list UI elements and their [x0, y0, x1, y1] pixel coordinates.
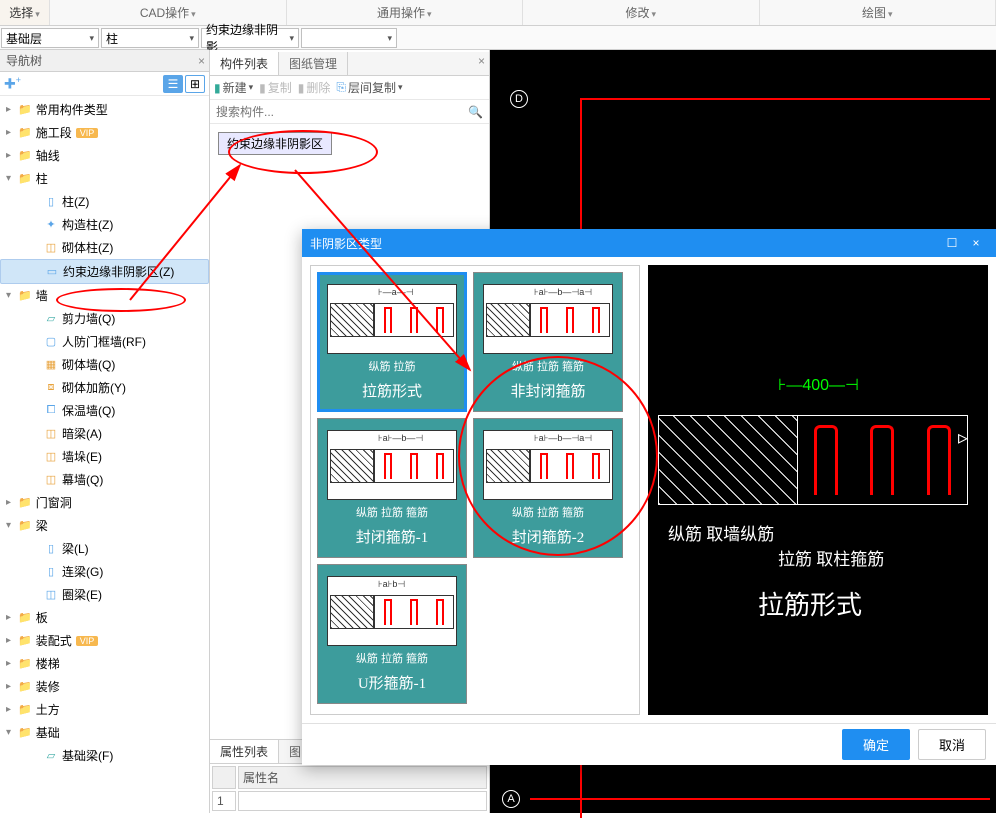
option-card[interactable]: ⊦a⊦—b—⊣纵筋 拉筋 箍筋封闭箍筋-1 — [317, 418, 467, 558]
option-grid: ⊦—a—⊣纵筋 拉筋拉筋形式⊦a⊦—b—⊣a⊣纵筋 拉筋 箍筋非封闭箍筋⊦a⊦—… — [310, 265, 640, 715]
close-icon[interactable]: × — [964, 236, 988, 250]
tree-item[interactable]: ▾📁柱 — [0, 167, 209, 190]
nav-tree: ▸📁常用构件类型▸📁施工段VIP▸📁轴线▾📁柱▯柱(Z)✦构造柱(Z)◫砌体柱(… — [0, 96, 209, 813]
tree-item[interactable]: ◫砌体柱(Z) — [0, 236, 209, 259]
tree-item[interactable]: ▯柱(Z) — [0, 190, 209, 213]
tree-item[interactable]: ▾📁梁 — [0, 514, 209, 537]
list-toolbar: ▮新建▾ ▮复制 ▮删除 ⎘层间复制▾ — [210, 76, 489, 100]
grid-label-a: A — [502, 790, 520, 808]
tree-item[interactable]: ⧈砌体加筋(Y) — [0, 376, 209, 399]
list-tabs: 构件列表 图纸管理 — [210, 52, 489, 76]
component-select[interactable]: 柱▾ — [101, 28, 199, 48]
copy-button[interactable]: ▮复制 — [259, 79, 292, 96]
type-modal: 非阴影区类型 ☐ × ⊦—a—⊣纵筋 拉筋拉筋形式⊦a⊦—b—⊣a⊣纵筋 拉筋 … — [302, 229, 996, 765]
menu-common[interactable]: 通用操作▾ — [287, 0, 524, 25]
tree-item[interactable]: ▸📁土方 — [0, 698, 209, 721]
tree-item[interactable]: ▸📁装修 — [0, 675, 209, 698]
tree-item[interactable]: ▱剪力墙(Q) — [0, 307, 209, 330]
tree-item[interactable]: ▦砌体墙(Q) — [0, 353, 209, 376]
close-icon[interactable]: × — [198, 50, 205, 72]
modal-title: 非阴影区类型 — [310, 235, 940, 252]
ok-button[interactable]: 确定 — [842, 729, 910, 760]
nav-header: 导航树 × — [0, 50, 209, 72]
tree-item[interactable]: ⧠保温墙(Q) — [0, 399, 209, 422]
tree-item[interactable]: ▸📁门窗洞 — [0, 491, 209, 514]
tab-component-list[interactable]: 构件列表 — [210, 52, 279, 75]
item-select[interactable]: ▾ — [301, 28, 397, 48]
rebar-region — [798, 415, 968, 505]
option-card[interactable]: ⊦a⊦—b—⊣a⊣纵筋 拉筋 箍筋非封闭箍筋 — [473, 272, 623, 412]
new-button[interactable]: ▮新建▾ — [214, 79, 253, 96]
floor-select[interactable]: 基础层▾ — [1, 28, 99, 48]
tree-item[interactable]: ▸📁施工段VIP — [0, 121, 209, 144]
search-box: 🔍 — [210, 100, 489, 124]
tab-drawing-mgmt[interactable]: 图纸管理 — [279, 52, 348, 75]
list-item[interactable]: 约束边缘非阴影区 — [218, 132, 332, 155]
tree-item[interactable]: ▱基础梁(F) — [0, 744, 209, 767]
dropdown-bar: 基础层▾ 柱▾ 约束边缘非阴影▾ ▾ — [0, 26, 996, 50]
grid-label-d: D — [510, 90, 528, 108]
tree-item[interactable]: ◫暗梁(A) — [0, 422, 209, 445]
tree-item[interactable]: ▭约束边缘非阴影区(Z) — [0, 259, 209, 284]
tree-item[interactable]: ◫圈梁(E) — [0, 583, 209, 606]
search-input[interactable] — [216, 105, 468, 119]
tree-item[interactable]: ▯连梁(G) — [0, 560, 209, 583]
modal-footer: 确定 取消 — [302, 723, 996, 765]
top-menu: 选择▾ CAD操作▾ 通用操作▾ 修改▾ 绘图▾ — [0, 0, 996, 26]
tree-item[interactable]: ✦构造柱(Z) — [0, 213, 209, 236]
preview-area: ⊦—400—⊣ ▹ 纵筋 取墙纵筋 拉筋 取柱箍筋 拉筋形式 — [648, 265, 988, 715]
tree-item[interactable]: ▢人防门框墙(RF) — [0, 330, 209, 353]
search-icon[interactable]: 🔍 — [468, 105, 483, 119]
modal-title-bar[interactable]: 非阴影区类型 ☐ × — [302, 229, 996, 257]
dimension-text: ⊦—400—⊣ — [778, 375, 859, 395]
menu-select[interactable]: 选择▾ — [0, 0, 50, 25]
grid-view-icon[interactable]: ⊞ — [185, 75, 205, 93]
tree-item[interactable]: ◫墙垛(E) — [0, 445, 209, 468]
nav-panel: 导航树 × ✚+ ☰ ⊞ ▸📁常用构件类型▸📁施工段VIP▸📁轴线▾📁柱▯柱(Z… — [0, 50, 210, 813]
tree-item[interactable]: ▸📁板 — [0, 606, 209, 629]
option-card[interactable]: ⊦a⊦—b—⊣a⊣纵筋 拉筋 箍筋封闭箍筋-2 — [473, 418, 623, 558]
menu-draw[interactable]: 绘图▾ — [760, 0, 996, 25]
delete-button[interactable]: ▮删除 — [298, 79, 331, 96]
tree-item[interactable]: ▸📁楼梯 — [0, 652, 209, 675]
nav-toolbar: ✚+ ☰ ⊞ — [0, 72, 209, 96]
option-card[interactable]: ⊦—a—⊣纵筋 拉筋拉筋形式 — [317, 272, 467, 412]
add-icon[interactable]: ✚+ — [4, 75, 21, 93]
tree-item[interactable]: ▯梁(L) — [0, 537, 209, 560]
maximize-icon[interactable]: ☐ — [940, 236, 964, 250]
hatch-region — [658, 415, 798, 505]
option-card[interactable]: ⊦a⊦b⊣纵筋 拉筋 箍筋U形箍筋-1 — [317, 564, 467, 704]
tab-attr-list[interactable]: 属性列表 — [210, 740, 279, 763]
cancel-button[interactable]: 取消 — [918, 729, 986, 760]
tree-item[interactable]: ▾📁墙 — [0, 284, 209, 307]
type-select[interactable]: 约束边缘非阴影▾ — [201, 28, 299, 48]
tree-item[interactable]: ▸📁常用构件类型 — [0, 98, 209, 121]
tree-item[interactable]: ▸📁轴线 — [0, 144, 209, 167]
floor-copy-button[interactable]: ⎘层间复制▾ — [336, 79, 402, 96]
tree-item[interactable]: ▸📁装配式VIP — [0, 629, 209, 652]
tree-item[interactable]: ▾📁基础 — [0, 721, 209, 744]
menu-modify[interactable]: 修改▾ — [523, 0, 760, 25]
attr-table: 属性名 1 — [210, 764, 489, 813]
list-view-icon[interactable]: ☰ — [163, 75, 183, 93]
close-icon[interactable]: × — [478, 50, 485, 72]
tree-item[interactable]: ◫幕墙(Q) — [0, 468, 209, 491]
